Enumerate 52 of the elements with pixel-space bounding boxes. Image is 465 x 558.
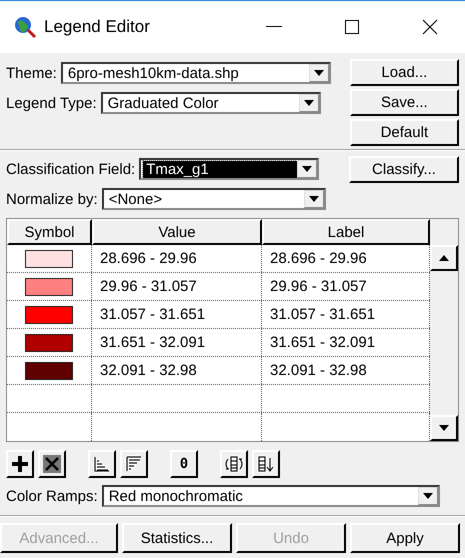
zero-button[interactable]: 0 [170, 450, 198, 478]
dialog-button[interactable]: Default [350, 119, 459, 146]
dialog-button[interactable]: Save... [350, 89, 459, 116]
delete-button[interactable] [38, 450, 66, 478]
sort-button[interactable] [252, 450, 280, 478]
reverse-order-icon [223, 456, 245, 472]
column-header[interactable]: Symbol [7, 219, 92, 245]
reverse-button[interactable] [220, 450, 248, 478]
symbol-swatch[interactable] [25, 278, 73, 296]
dropdown-field[interactable]: <None> [102, 188, 326, 210]
dialog-button[interactable]: Apply [350, 523, 460, 553]
add-button[interactable] [6, 450, 34, 478]
window-title: Legend Editor [44, 17, 151, 37]
dropdown-field[interactable]: Tmax_g1 [139, 158, 320, 180]
field-label: Theme: [6, 64, 57, 82]
sort-ascending-icon [94, 456, 110, 472]
column-header[interactable]: Label [262, 219, 430, 245]
table-cell: 31.057 - 31.651 [92, 301, 262, 328]
table-cell: 29.96 - 31.057 [92, 273, 262, 300]
classify-button[interactable]: Classify... [349, 156, 459, 183]
table-cell: 28.696 - 29.96 [92, 245, 262, 272]
field-label: Color Ramps: [6, 488, 98, 504]
field-label: Classification Field: [6, 160, 136, 178]
dropdown-arrow-icon [302, 166, 312, 172]
symbol-swatch[interactable] [25, 306, 73, 324]
dropdown-field[interactable]: 6pro-mesh10km-data.shp [60, 62, 331, 84]
scrollbar[interactable] [430, 245, 458, 441]
symbol-swatch[interactable] [25, 250, 73, 268]
dropdown-arrow-icon [304, 100, 314, 106]
sort-ascending-button[interactable] [88, 450, 116, 478]
dialog-button[interactable]: Load... [350, 59, 459, 86]
dropdown-field[interactable]: Graduated Color [100, 92, 321, 114]
delete-icon [43, 455, 61, 473]
dropdown-arrow-icon [314, 70, 324, 76]
table-cell: 31.651 - 32.091 [92, 329, 262, 356]
sort-order-icon [257, 456, 275, 472]
symbol-swatch[interactable] [25, 362, 73, 380]
up-arrow-icon [439, 255, 449, 261]
symbol-swatch[interactable] [25, 334, 73, 352]
column-header[interactable]: Value [92, 219, 262, 245]
field-label: Legend Type: [6, 94, 97, 112]
dropdown-arrow-icon [308, 196, 319, 202]
sort-descending-button[interactable] [120, 450, 148, 478]
dropdown-arrow-icon [422, 493, 433, 499]
sort-descending-icon [126, 456, 142, 472]
field-label: Normalize by: [6, 190, 98, 208]
table-cell: 32.091 - 32.98 [92, 357, 262, 384]
plus-icon [12, 456, 28, 472]
dropdown-field[interactable]: Red monochromatic [102, 485, 440, 507]
dialog-button[interactable]: Statistics... [122, 523, 232, 553]
dropdown-arrow-icon [439, 425, 449, 431]
globe-magnifier-icon [14, 16, 36, 38]
